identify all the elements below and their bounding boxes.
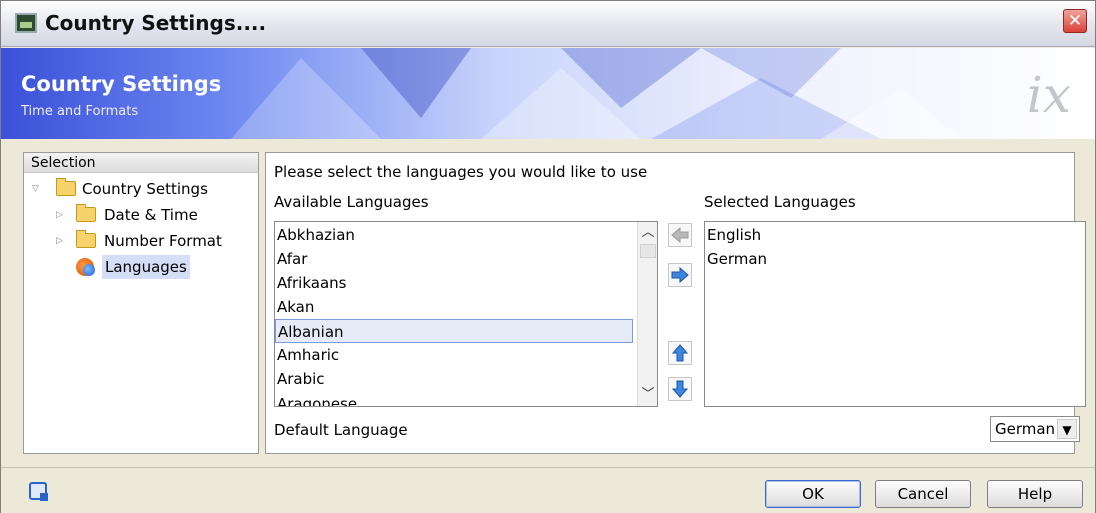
default-language-label: Default Language — [274, 421, 408, 439]
arrow-right-icon — [671, 266, 689, 284]
list-item[interactable]: Aragonese — [275, 392, 637, 406]
folder-open-icon — [56, 178, 76, 196]
add-language-button[interactable] — [668, 263, 692, 287]
header-banner: Country Settings Time and Formats ix — [1, 48, 1095, 139]
folder-icon — [76, 230, 96, 248]
list-item-selected[interactable]: Albanian — [275, 319, 633, 343]
cancel-button[interactable]: Cancel — [875, 480, 971, 508]
list-scrollbar[interactable]: ︿ ﹀ — [637, 222, 657, 406]
tree-label: Languages — [102, 255, 190, 279]
chevron-down-icon[interactable]: ▼ — [1057, 419, 1077, 439]
languages-icon — [76, 258, 95, 276]
arrow-down-icon — [671, 380, 689, 398]
scroll-down-icon[interactable]: ﹀ — [639, 386, 657, 404]
selected-languages-list[interactable]: English German — [704, 221, 1086, 407]
tree-header: Selection — [24, 153, 258, 173]
collapsed-chevron-icon[interactable]: ▷ — [56, 203, 63, 227]
instruction-text: Please select the languages you would li… — [274, 163, 648, 181]
expanded-chevron-icon[interactable]: ▽ — [32, 177, 39, 201]
available-languages-label: Available Languages — [274, 193, 429, 211]
title-bar[interactable]: Country Settings.... ✕ — [1, 1, 1095, 47]
available-languages-list[interactable]: Abkhazian Afar Afrikaans Akan Albanian A… — [274, 221, 658, 407]
move-up-button[interactable] — [668, 341, 692, 365]
list-item[interactable]: German — [705, 247, 1083, 271]
languages-panel: Please select the languages you would li… — [265, 152, 1086, 454]
folder-icon — [76, 204, 96, 222]
dialog-footer: OK Cancel Help — [1, 467, 1095, 513]
tree-label: Date & Time — [104, 206, 198, 224]
tree-label: Country Settings — [82, 180, 208, 198]
ix-logo: ix — [1026, 66, 1071, 124]
list-item[interactable]: Arabic — [275, 367, 637, 391]
selection-tree: Selection ▽ Country Settings ▷ Date & Ti… — [23, 152, 259, 454]
window-title: Country Settings.... — [45, 11, 267, 35]
default-language-value: German — [995, 420, 1056, 438]
ok-button[interactable]: OK — [765, 480, 861, 508]
remove-language-button[interactable] — [668, 223, 692, 247]
list-item[interactable]: Afrikaans — [275, 271, 637, 295]
tree-item-languages[interactable]: Languages — [76, 255, 252, 279]
list-item[interactable]: English — [705, 223, 1083, 247]
list-item[interactable]: Akan — [275, 295, 637, 319]
scroll-up-icon[interactable]: ︿ — [639, 224, 657, 242]
help-button[interactable]: Help — [987, 480, 1083, 508]
collapsed-chevron-icon[interactable]: ▷ — [56, 229, 63, 253]
tree-item-country-settings[interactable]: ▽ Country Settings — [32, 177, 252, 201]
tree-item-number-format[interactable]: ▷ Number Format — [56, 229, 252, 253]
default-language-select[interactable]: German ▼ — [990, 416, 1080, 442]
selected-languages-label: Selected Languages — [704, 193, 856, 211]
app-icon — [15, 13, 37, 33]
list-item[interactable]: Afar — [275, 247, 637, 271]
move-down-button[interactable] — [668, 377, 692, 401]
assistant-icon[interactable] — [29, 482, 48, 501]
close-button[interactable]: ✕ — [1063, 9, 1087, 33]
arrow-left-icon — [671, 226, 689, 244]
tree-label: Number Format — [104, 232, 222, 250]
scroll-thumb[interactable] — [640, 244, 656, 258]
country-settings-window: Country Settings.... ✕ Country Settings … — [0, 0, 1096, 513]
tree-item-date-time[interactable]: ▷ Date & Time — [56, 203, 252, 227]
arrow-up-icon — [671, 344, 689, 362]
list-item[interactable]: Abkhazian — [275, 223, 637, 247]
banner-title: Country Settings — [21, 72, 222, 96]
list-item[interactable]: Amharic — [275, 343, 637, 367]
banner-subtitle: Time and Formats — [21, 104, 139, 119]
